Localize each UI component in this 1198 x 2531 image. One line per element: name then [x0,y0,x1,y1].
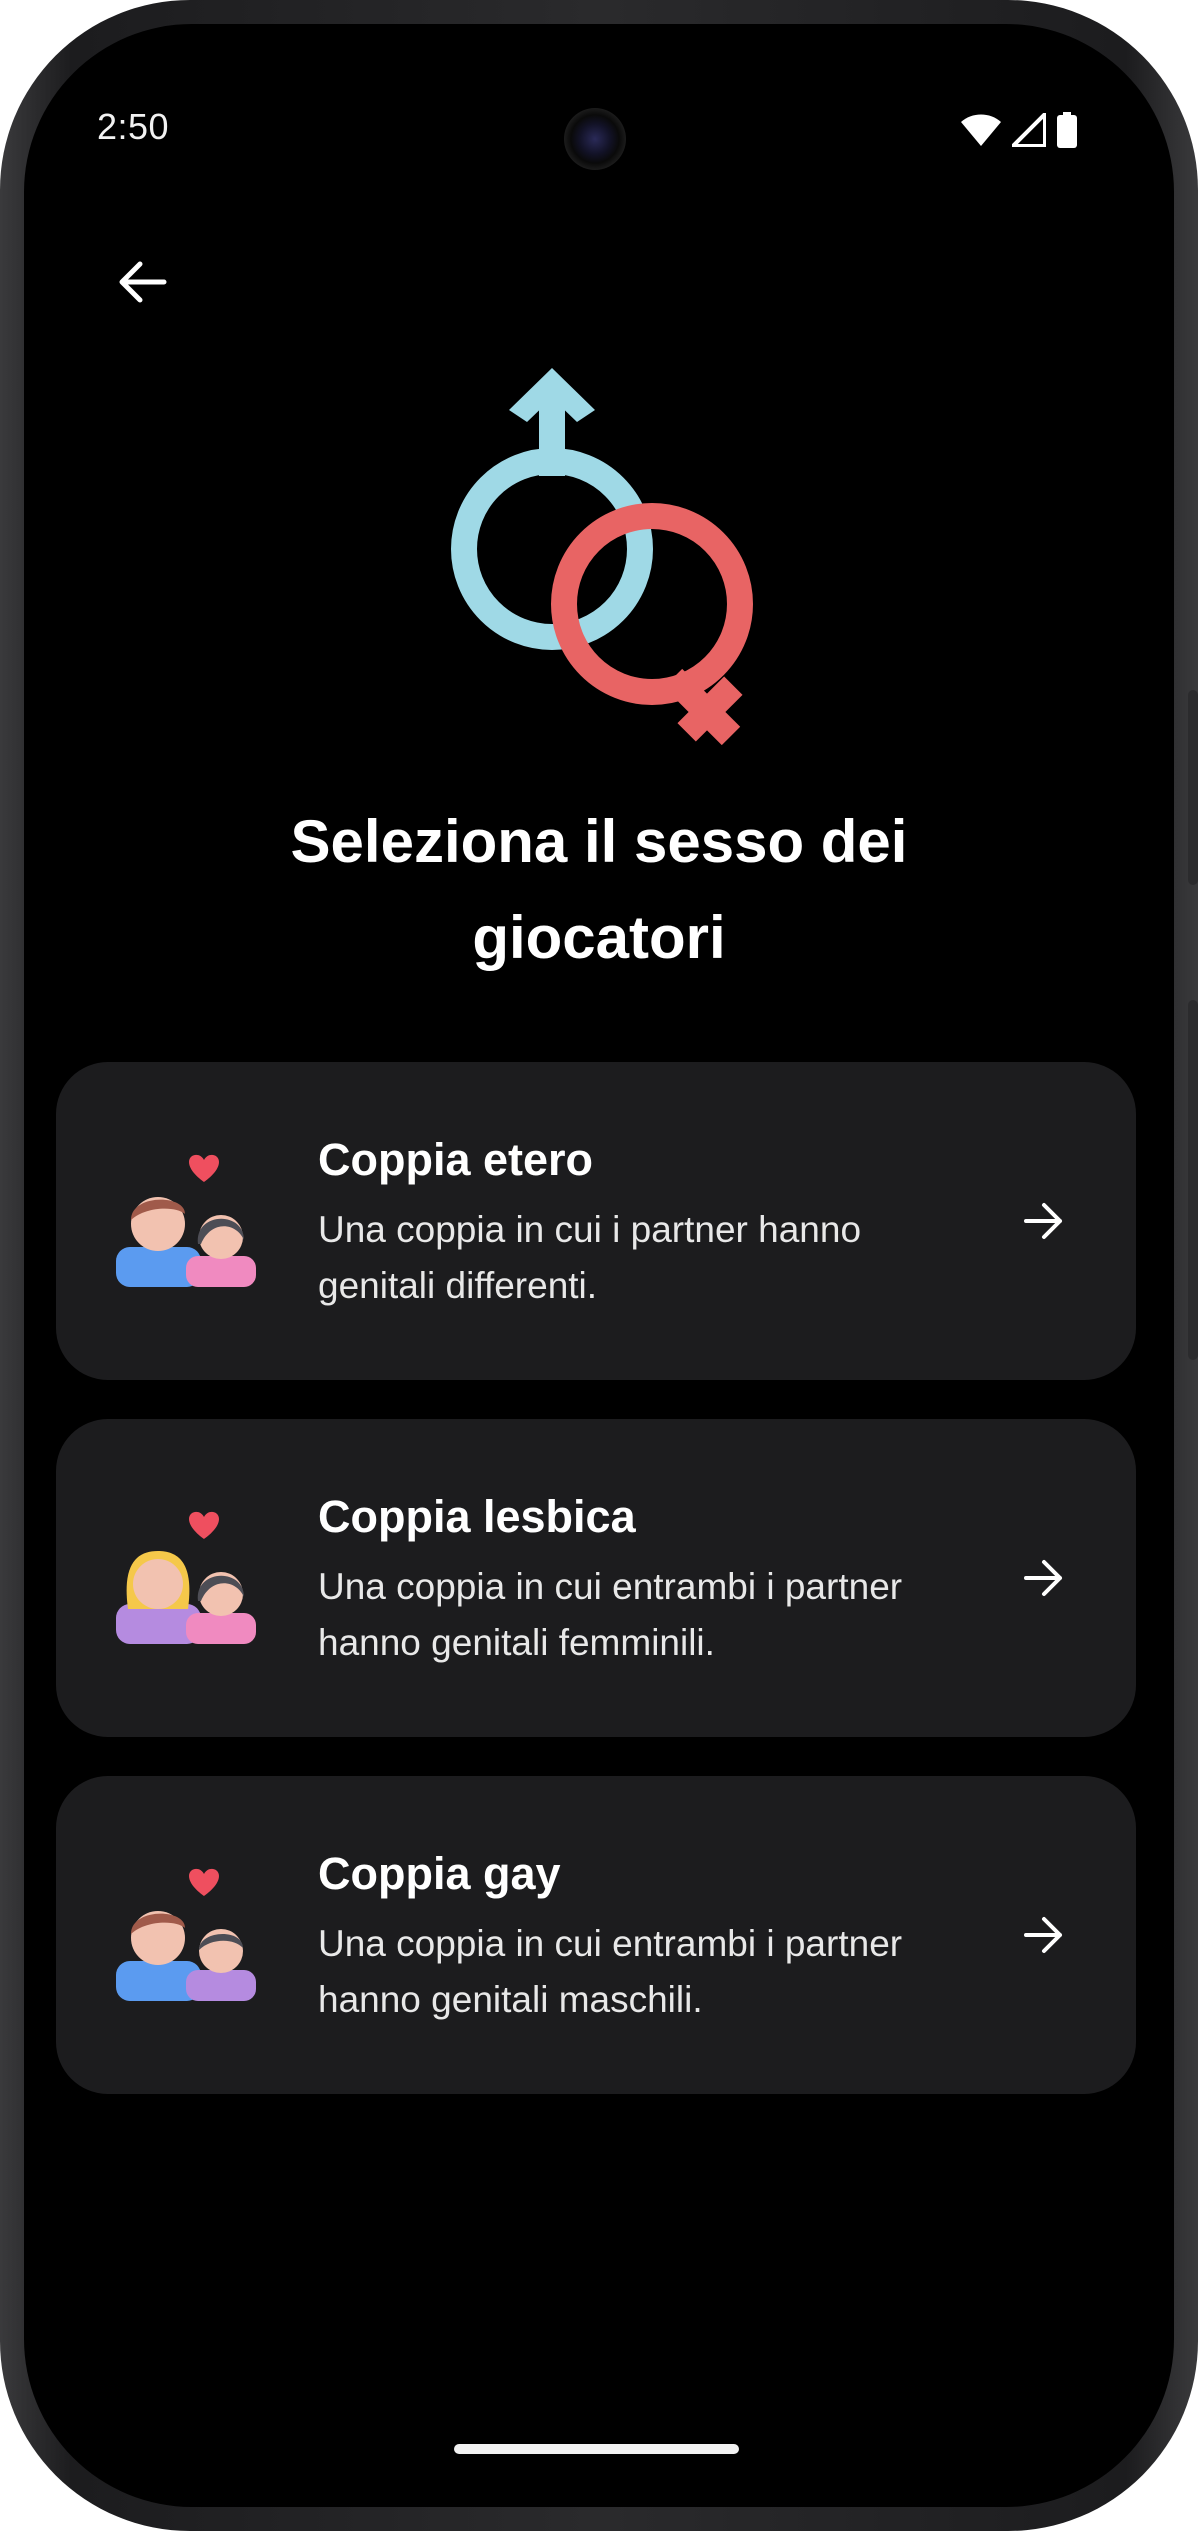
option-description: Una coppia in cui i partner hanno genita… [318,1202,998,1314]
power-button [1188,690,1198,885]
option-description-line1: Una coppia in cui i partner hanno [318,1209,862,1250]
home-indicator[interactable] [454,2444,739,2454]
arrow-right-icon [1024,1203,1062,1239]
straight-couple-icon [116,1154,256,1287]
front-camera [564,108,626,170]
status-time: 2:50 [97,106,170,147]
lesbian-couple-icon [116,1511,256,1644]
option-card-gay[interactable]: Coppia gay Una coppia in cui entrambi i … [56,1776,1136,2094]
arrow-right-icon [1024,1560,1062,1596]
wifi-icon [961,114,1001,146]
option-title: Coppia lesbica [318,1491,636,1542]
volume-button [1188,1000,1198,1360]
option-description-line2: hanno genitali femminili. [318,1622,715,1663]
option-description: Una coppia in cui entrambi i partner han… [318,1559,998,1671]
phone-frame: 2:50 Seleziona il sesso dei giocatori Co… [0,0,1198,2531]
page-title-line1: Seleziona il sesso dei [290,808,908,875]
page-title: Seleziona il sesso dei giocatori [99,794,1099,986]
battery-icon [1057,112,1077,148]
status-bar: 2:50 [24,24,1174,170]
arrow-right-icon [1024,1917,1062,1953]
option-description-line2: genitali differenti. [318,1265,598,1306]
arrow-left-icon [119,261,167,303]
back-button[interactable] [102,242,182,322]
page-title-line2: giocatori [472,904,726,971]
option-description: Una coppia in cui entrambi i partner han… [318,1916,998,2028]
status-icons [960,110,1078,150]
screen: 2:50 Seleziona il sesso dei giocatori Co… [24,24,1174,2507]
option-description-line1: Una coppia in cui entrambi i partner [318,1566,903,1607]
cell-signal-icon [1012,113,1046,147]
option-title: Coppia gay [318,1848,561,1899]
option-card-lesbian[interactable]: Coppia lesbica Una coppia in cui entramb… [56,1419,1136,1737]
gender-symbols-icon [451,368,753,746]
option-description-line2: hanno genitali maschili. [318,1979,703,2020]
option-description-line1: Una coppia in cui entrambi i partner [318,1923,903,1964]
option-card-straight[interactable]: Coppia etero Una coppia in cui i partner… [56,1062,1136,1380]
option-title: Coppia etero [318,1134,594,1185]
gay-couple-icon [116,1868,256,2001]
